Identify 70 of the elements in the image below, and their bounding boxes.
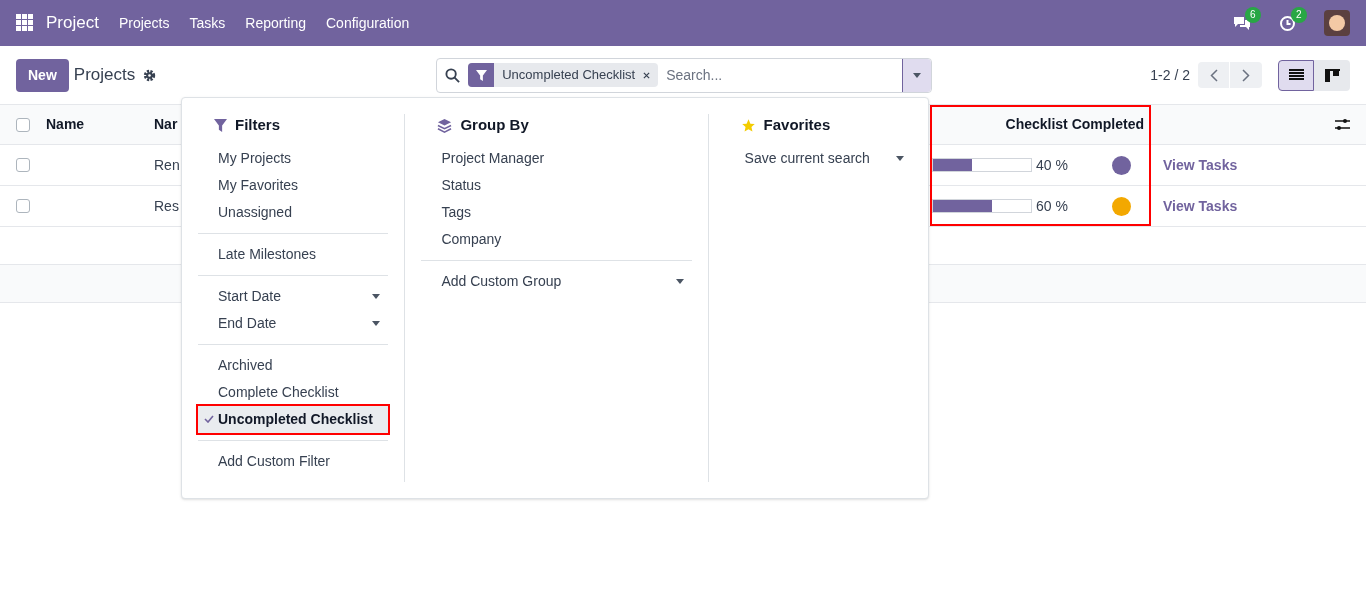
star-icon [740, 117, 756, 133]
column-header[interactable]: Nar [154, 114, 182, 135]
search-bar[interactable]: Uncompleted Checklist Search... [436, 57, 933, 93]
facet-label: Uncompleted Checklist [502, 66, 636, 85]
table-cell-text: Ren [154, 155, 181, 175]
page-title: Projects [73, 64, 136, 87]
table-cell-text: Res [154, 196, 180, 216]
kanban-icon [1324, 68, 1340, 82]
layers-icon [437, 117, 453, 133]
checkmark-icon [204, 415, 214, 423]
section-title: Filters [235, 115, 280, 135]
progress-value: 40 % [1036, 155, 1069, 175]
filter-option[interactable]: Complete Checklist [198, 378, 389, 406]
count-badge: 2 [1291, 6, 1307, 23]
dropdown-toggle-button[interactable] [902, 58, 932, 92]
clock-icon[interactable] [1279, 14, 1296, 32]
filter-option[interactable]: Archived [198, 351, 389, 379]
group-by-option[interactable]: Project Manager [421, 144, 692, 172]
caret-icon [675, 278, 684, 284]
chevron-left-icon [1209, 68, 1218, 82]
close-icon[interactable] [643, 71, 651, 79]
save-search-option[interactable]: Save current search [724, 144, 912, 172]
chevron-right-icon [1242, 68, 1250, 82]
filter-option[interactable]: My Favorites [198, 171, 389, 199]
filter-option[interactable]: My Projects [198, 144, 389, 172]
caret-icon [913, 72, 922, 78]
view-tasks-link[interactable]: View Tasks [1163, 195, 1238, 217]
section-title: Favorites [763, 115, 831, 135]
group-by-option[interactable]: Company [421, 225, 692, 253]
apps-grid-icon[interactable] [16, 14, 34, 32]
section-title: Group By [460, 115, 529, 135]
list-view-button[interactable] [1278, 59, 1314, 91]
group-by-option[interactable]: Status [421, 171, 692, 199]
checkbox[interactable] [16, 199, 30, 213]
filter-option[interactable]: Late Milestones [198, 240, 389, 268]
filter-option[interactable]: End Date [198, 309, 389, 337]
caret-icon [896, 155, 904, 161]
app-title[interactable]: Project [46, 10, 99, 36]
menu-item[interactable]: Reporting [245, 12, 306, 34]
view-tasks-link[interactable]: View Tasks [1163, 154, 1238, 176]
checkbox[interactable] [16, 117, 30, 132]
funnel-icon [475, 69, 487, 81]
menu-item[interactable]: Tasks [189, 12, 226, 34]
caret-icon [372, 320, 381, 326]
search-icon [445, 67, 461, 83]
settings-sliders-icon[interactable] [1335, 118, 1350, 131]
progress-value: 60 % [1036, 196, 1069, 216]
filter-option[interactable]: Start Date [198, 282, 389, 310]
filter-option[interactable]: Unassigned [198, 198, 389, 226]
group-by-option[interactable]: Tags [421, 198, 692, 226]
new-button[interactable]: New [16, 58, 69, 92]
avatar[interactable] [1324, 10, 1350, 36]
chat-icon[interactable] [1233, 15, 1251, 31]
search-input[interactable]: Search... [666, 64, 903, 86]
kanban-view-button[interactable] [1314, 59, 1350, 91]
column-header[interactable]: Name [46, 114, 154, 135]
filter-option[interactable]: Uncompleted Checklist [198, 405, 389, 433]
count-badge: 6 [1245, 7, 1261, 23]
pager-value: 1-2 / 2 [1150, 65, 1190, 85]
checkbox[interactable] [16, 158, 30, 172]
gear-icon[interactable] [143, 68, 157, 82]
menu-item[interactable]: Configuration [326, 12, 410, 34]
caret-icon [372, 293, 381, 299]
menu-item[interactable]: Projects [118, 12, 170, 34]
column-header[interactable]: Checklist Completed [934, 114, 1144, 135]
funnel-icon [214, 118, 227, 132]
filter-facet[interactable]: Uncompleted Checklist [468, 63, 659, 87]
add-custom-group-select[interactable]: Add Custom Group [421, 267, 692, 295]
list-icon [1288, 69, 1304, 81]
filter-option[interactable]: Add Custom Filter [198, 447, 389, 475]
